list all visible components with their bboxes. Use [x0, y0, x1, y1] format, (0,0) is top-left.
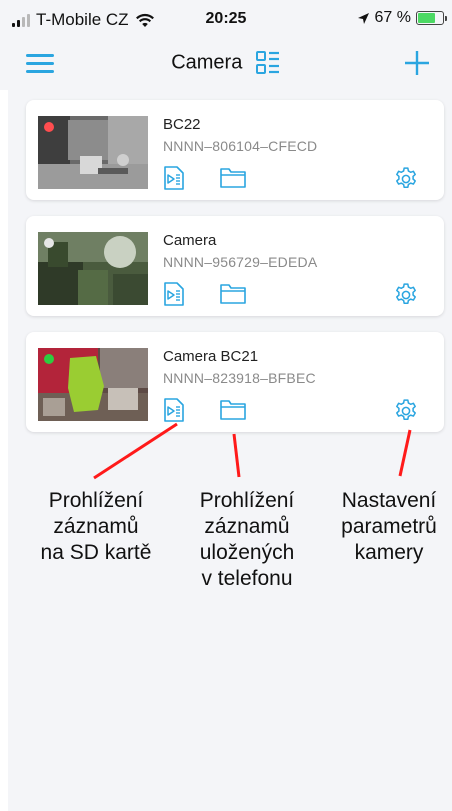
annotation-line: parametrů [341, 515, 437, 538]
annotation-line: kamery [354, 541, 424, 564]
annotation-pointers [93, 422, 412, 480]
pointer-line-settings [398, 429, 412, 477]
annotation-settings: Nastavení parametrů kamery [330, 488, 448, 566]
annotation-line: záznamů [53, 515, 139, 538]
pointer-line-folder [232, 433, 241, 478]
annotation-line: záznamů [204, 515, 290, 538]
annotation-line: uložených [199, 541, 295, 564]
annotation-line: na SD kartě [40, 541, 152, 564]
annotation-line: v telefonu [201, 567, 293, 590]
annotation-line: Prohlížení [199, 489, 295, 512]
annotation-line: Nastavení [341, 489, 437, 512]
annotation-line: Prohlížení [48, 489, 144, 512]
annotation-sd-card: Prohlížení záznamů na SD kartě [28, 488, 164, 566]
pointer-line-sd [93, 422, 178, 480]
annotation-phone-storage: Prohlížení záznamů uložených v telefonu [184, 488, 310, 592]
